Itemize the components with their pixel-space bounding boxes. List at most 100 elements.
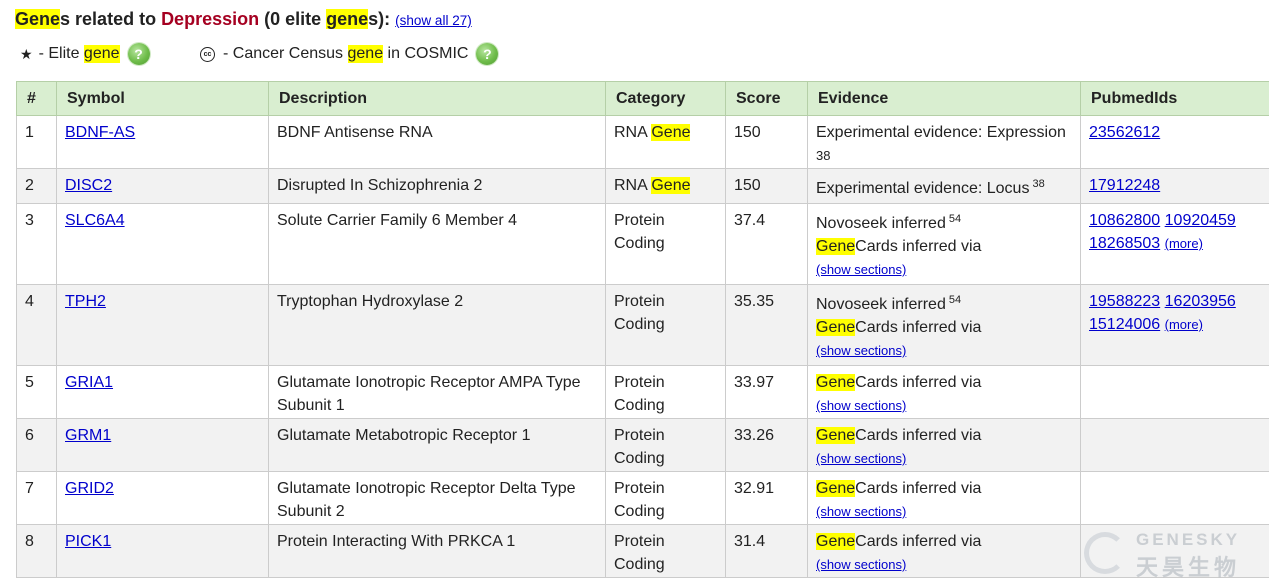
- table-row: 8 PICK1 Protein Interacting With PRKCA 1…: [16, 524, 1269, 578]
- description: Glutamate Metabotropic Receptor 1: [268, 418, 606, 472]
- evidence: Experimental evidence: Expression 38: [807, 115, 1081, 169]
- pubmed-link[interactable]: 10920459: [1165, 212, 1236, 229]
- symbol-cell: SLC6A4: [56, 203, 269, 285]
- description: Glutamate Ionotropic Receptor Delta Type…: [268, 471, 606, 525]
- evidence: Experimental evidence: Locus 38: [807, 168, 1081, 204]
- pubmed-cell: 19588223 16203956 15124006 (more): [1080, 284, 1269, 366]
- symbol-cell: BDNF-AS: [56, 115, 269, 169]
- row-number: 7: [16, 471, 57, 525]
- evidence-novoseek: Novoseek inferred: [816, 296, 946, 313]
- category: Protein Coding: [605, 524, 726, 578]
- gene-symbol-link[interactable]: GRM1: [65, 427, 111, 444]
- gene-symbol-link[interactable]: DISC2: [65, 177, 112, 194]
- evidence-genecards: Cards inferred via: [855, 238, 982, 255]
- more-link[interactable]: (more): [1165, 236, 1203, 251]
- evidence-genecards: Cards inferred via: [855, 374, 982, 391]
- column-header-score[interactable]: Score: [725, 81, 808, 116]
- evidence-gene-highlight: Gene: [816, 238, 856, 255]
- genes-table: # Symbol Description Category Score Evid…: [16, 81, 1269, 578]
- column-header-category[interactable]: Category: [605, 81, 726, 116]
- pubmed-link[interactable]: 23562612: [1089, 124, 1160, 141]
- pubmed-link[interactable]: 19588223: [1089, 293, 1160, 310]
- heading-count-gene: gene: [326, 9, 369, 29]
- legend-cancer-gene: gene: [347, 45, 384, 63]
- more-link[interactable]: (more): [1165, 317, 1203, 332]
- show-sections-link[interactable]: (show sections): [816, 451, 906, 466]
- legend-elite: ★ - Elite gene ?: [20, 38, 150, 70]
- column-header-description[interactable]: Description: [268, 81, 606, 116]
- score: 35.35: [725, 284, 808, 366]
- column-header-evidence[interactable]: Evidence: [807, 81, 1081, 116]
- row-number: 8: [16, 524, 57, 578]
- pubmed-cell: [1080, 365, 1269, 419]
- evidence-gene-highlight: Gene: [816, 480, 856, 497]
- row-number: 1: [16, 115, 57, 169]
- genesky-watermark: GENESKY 天昊生物: [1084, 528, 1259, 580]
- category: RNA Gene: [605, 115, 726, 169]
- description: Protein Interacting With PRKCA 1: [268, 524, 606, 578]
- table-row: 2 DISC2 Disrupted In Schizophrenia 2 RNA…: [16, 168, 1269, 204]
- score: 37.4: [725, 203, 808, 285]
- symbol-cell: DISC2: [56, 168, 269, 204]
- category: Protein Coding: [605, 284, 726, 366]
- heading-count-close: s):: [368, 9, 391, 29]
- table-row: 5 GRIA1 Glutamate Ionotropic Receptor AM…: [16, 365, 1269, 419]
- row-number: 6: [16, 418, 57, 472]
- pubmed-link[interactable]: 15124006: [1089, 316, 1160, 333]
- gene-symbol-link[interactable]: GRID2: [65, 480, 114, 497]
- show-sections-link[interactable]: (show sections): [816, 504, 906, 519]
- row-number: 5: [16, 365, 57, 419]
- evidence: Novoseek inferred 54 GeneCards inferred v…: [807, 203, 1081, 285]
- table-row: 7 GRID2 Glutamate Ionotropic Receptor De…: [16, 471, 1269, 525]
- show-sections-link[interactable]: (show sections): [816, 343, 906, 358]
- evidence: GeneCards inferred via (show sections): [807, 524, 1081, 578]
- evidence: Novoseek inferred 54 GeneCards inferred v…: [807, 284, 1081, 366]
- description: Disrupted In Schizophrenia 2: [268, 168, 606, 204]
- show-sections-link[interactable]: (show sections): [816, 262, 906, 277]
- gene-symbol-link[interactable]: TPH2: [65, 293, 106, 310]
- table-row: 6 GRM1 Glutamate Metabotropic Receptor 1…: [16, 418, 1269, 472]
- heading-count-open: (0 elite: [259, 9, 327, 29]
- evidence-genecards: Cards inferred via: [855, 427, 982, 444]
- description: Glutamate Ionotropic Receptor AMPA Type …: [268, 365, 606, 419]
- gene-symbol-link[interactable]: GRIA1: [65, 374, 113, 391]
- description: BDNF Antisense RNA: [268, 115, 606, 169]
- gene-symbol-link[interactable]: SLC6A4: [65, 212, 125, 229]
- symbol-cell: GRID2: [56, 471, 269, 525]
- pubmed-link[interactable]: 10862800: [1089, 212, 1160, 229]
- column-header-symbol[interactable]: Symbol: [56, 81, 269, 116]
- category-gene: Gene: [651, 124, 691, 141]
- pubmed-cell: [1080, 471, 1269, 525]
- help-icon[interactable]: ?: [476, 43, 499, 65]
- help-icon[interactable]: ?: [127, 43, 150, 65]
- show-all-link[interactable]: (show all 27): [395, 13, 472, 28]
- column-header-pubmedids[interactable]: PubmedIds: [1080, 81, 1269, 116]
- evidence: GeneCards inferred via (show sections): [807, 365, 1081, 419]
- row-number: 4: [16, 284, 57, 366]
- evidence: GeneCards inferred via (show sections): [807, 418, 1081, 472]
- section-heading: Genes related to Depression (0 elite gen…: [15, 9, 472, 30]
- score: 150: [725, 115, 808, 169]
- evidence-gene-highlight: Gene: [816, 533, 856, 550]
- gene-symbol-link[interactable]: PICK1: [65, 533, 111, 550]
- evidence-genecards: Cards inferred via: [855, 319, 982, 336]
- evidence-genecards: Cards inferred via: [855, 533, 982, 550]
- pubmed-link[interactable]: 18268503: [1089, 235, 1160, 252]
- category: Protein Coding: [605, 418, 726, 472]
- evidence-count: 38: [816, 148, 831, 163]
- show-sections-link[interactable]: (show sections): [816, 398, 906, 413]
- column-header-num[interactable]: #: [16, 81, 57, 116]
- score: 150: [725, 168, 808, 204]
- show-sections-link[interactable]: (show sections): [816, 557, 906, 572]
- pubmed-link[interactable]: 16203956: [1165, 293, 1236, 310]
- description: Solute Carrier Family 6 Member 4: [268, 203, 606, 285]
- gene-symbol-link[interactable]: BDNF-AS: [65, 124, 135, 141]
- evidence-gene-highlight: Gene: [816, 374, 856, 391]
- pubmed-link[interactable]: 17912248: [1089, 177, 1160, 194]
- legend-cancer-text: - Cancer Census: [223, 45, 344, 62]
- symbol-cell: GRIA1: [56, 365, 269, 419]
- evidence-novoseek: Novoseek inferred: [816, 215, 946, 232]
- category: Protein Coding: [605, 471, 726, 525]
- disease-name: Depression: [161, 9, 260, 29]
- category-text: RNA: [614, 124, 652, 141]
